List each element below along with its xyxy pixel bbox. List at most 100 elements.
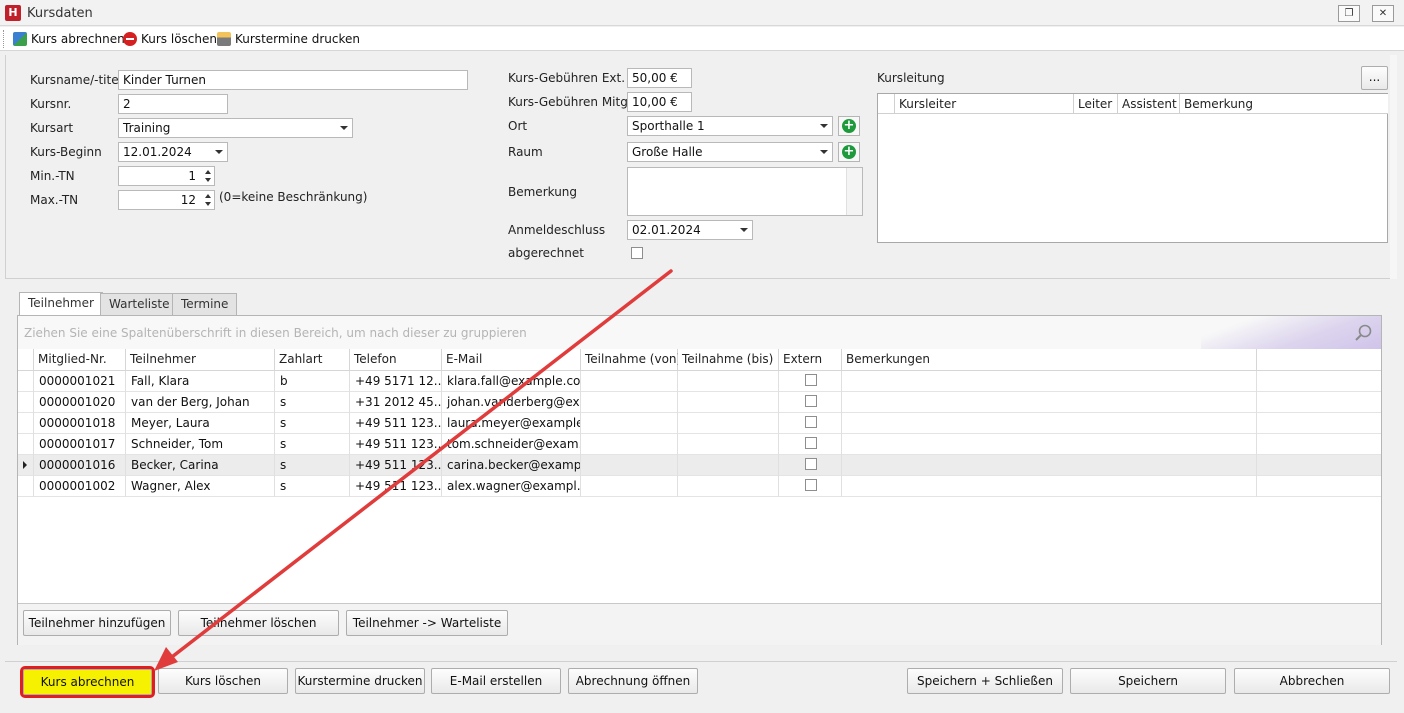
nr-cell[interactable]: 0000001002 <box>34 476 126 497</box>
teilnehmer-grid[interactable]: Mitglied-Nr. Teilnehmer Zahlart Telefon … <box>18 349 1381 604</box>
extern-cell[interactable] <box>779 413 842 434</box>
bemerkung-cell[interactable] <box>842 392 1257 413</box>
von-cell[interactable] <box>581 434 678 455</box>
nr-cell[interactable]: 0000001016 <box>34 455 126 476</box>
von-cell[interactable] <box>581 476 678 497</box>
telefon-cell[interactable]: +31 2012 45... <box>350 392 442 413</box>
row-indicator[interactable] <box>18 371 34 392</box>
name-cell[interactable]: Schneider, Tom <box>126 434 275 455</box>
telefon-cell[interactable]: +49 511 123... <box>350 455 442 476</box>
zahlart-cell[interactable]: s <box>275 434 350 455</box>
kursname-input[interactable]: Kinder Turnen <box>118 70 468 90</box>
min-tn-stepper[interactable]: 1 <box>118 166 215 186</box>
name-cell[interactable]: van der Berg, Johan <box>126 392 275 413</box>
cancel-button[interactable]: Abbrechen <box>1234 668 1390 694</box>
zahlart-cell[interactable]: s <box>275 413 350 434</box>
column-header[interactable]: Teilnahme (bis) <box>678 349 779 371</box>
column-header[interactable]: Bemerkung <box>1180 94 1388 114</box>
column-header[interactable]: Teilnahme (von) <box>581 349 681 371</box>
extern-checkbox[interactable] <box>805 374 817 386</box>
raum-select[interactable]: Große Halle <box>627 142 833 162</box>
kurs-loeschen-button[interactable]: Kurs löschen <box>158 668 288 694</box>
tab-warteliste[interactable]: Warteliste <box>100 293 179 315</box>
bis-cell[interactable] <box>678 476 779 497</box>
email-cell[interactable]: carina.becker@examp... <box>442 455 581 476</box>
add-ort-button[interactable]: + <box>838 116 860 136</box>
row-indicator[interactable] <box>18 392 34 413</box>
name-cell[interactable]: Wagner, Alex <box>126 476 275 497</box>
toolbar-kurs-loeschen[interactable]: Kurs löschen <box>123 31 217 47</box>
toolbar-kurstermine-drucken[interactable]: Kurstermine drucken <box>217 31 360 47</box>
chevron-down-icon[interactable] <box>215 150 223 154</box>
bis-cell[interactable] <box>678 392 779 413</box>
restore-icon[interactable]: ❐ <box>1338 5 1360 22</box>
von-cell[interactable] <box>581 455 678 476</box>
chevron-down-icon[interactable] <box>820 150 828 154</box>
column-header[interactable]: Teilnehmer <box>126 349 275 371</box>
table-row[interactable]: 0000001018 Meyer, Laura s +49 511 123... lau… <box>18 413 1381 434</box>
name-cell[interactable]: Fall, Klara <box>126 371 275 392</box>
chevron-down-icon[interactable] <box>740 228 748 232</box>
abgerechnet-checkbox[interactable] <box>631 247 643 259</box>
spin-down-icon[interactable] <box>205 178 211 182</box>
extern-checkbox[interactable] <box>805 479 817 491</box>
column-header[interactable]: Zahlart <box>275 349 350 371</box>
table-row[interactable]: 0000001021 Fall, Klara b +49 5171 12... klar… <box>18 371 1381 392</box>
column-header[interactable]: Telefon <box>350 349 442 371</box>
kurs-beginn-date[interactable]: 12.01.2024 <box>118 142 228 162</box>
spin-down-icon[interactable] <box>205 202 211 206</box>
spin-up-icon[interactable] <box>205 170 211 174</box>
zahlart-cell[interactable]: s <box>275 476 350 497</box>
column-header[interactable]: Assistent <box>1118 94 1180 114</box>
bemerkung-textarea[interactable] <box>627 167 863 216</box>
bemerkung-cell[interactable] <box>842 371 1257 392</box>
zahlart-cell[interactable]: s <box>275 392 350 413</box>
spin-up-icon[interactable] <box>205 194 211 198</box>
extern-checkbox[interactable] <box>805 437 817 449</box>
telefon-cell[interactable]: +49 511 123... <box>350 476 442 497</box>
column-header[interactable]: Bemerkungen <box>842 349 1257 371</box>
row-indicator[interactable] <box>18 434 34 455</box>
kurstermine-drucken-button[interactable]: Kurstermine drucken <box>295 668 425 694</box>
bemerkung-cell[interactable] <box>842 476 1257 497</box>
row-indicator[interactable] <box>18 455 34 476</box>
extern-cell[interactable] <box>779 455 842 476</box>
kursnr-input[interactable]: 2 <box>118 94 228 114</box>
chevron-down-icon[interactable] <box>340 126 348 130</box>
telefon-cell[interactable]: +49 511 123... <box>350 413 442 434</box>
extern-checkbox[interactable] <box>805 416 817 428</box>
extern-checkbox[interactable] <box>805 458 817 470</box>
extern-cell[interactable] <box>779 476 842 497</box>
gebuehr-ext-input[interactable]: 50,00 € <box>627 68 692 88</box>
von-cell[interactable] <box>581 413 678 434</box>
column-header[interactable]: Kursleiter <box>895 94 1074 114</box>
zahlart-cell[interactable]: s <box>275 455 350 476</box>
zahlart-cell[interactable]: b <box>275 371 350 392</box>
move-to-waitlist-button[interactable]: Teilnehmer -> Warteliste <box>346 610 508 636</box>
gebuehr-mitgl-input[interactable]: 10,00 € <box>627 92 692 112</box>
table-row[interactable]: 0000001017 Schneider, Tom s +49 511 123... t… <box>18 434 1381 455</box>
extern-checkbox[interactable] <box>805 395 817 407</box>
bis-cell[interactable] <box>678 371 779 392</box>
panel-scrollbar[interactable] <box>1390 55 1397 279</box>
bis-cell[interactable] <box>678 455 779 476</box>
extern-cell[interactable] <box>779 434 842 455</box>
chevron-down-icon[interactable] <box>820 124 828 128</box>
von-cell[interactable] <box>581 392 678 413</box>
email-cell[interactable]: laura.meyer@example... <box>442 413 581 434</box>
column-header[interactable]: Extern <box>779 349 842 371</box>
email-erstellen-button[interactable]: E-Mail erstellen <box>431 668 561 694</box>
name-cell[interactable]: Becker, Carina <box>126 455 275 476</box>
save-button[interactable]: Speichern <box>1070 668 1226 694</box>
max-tn-stepper[interactable]: 12 <box>118 190 215 210</box>
table-row[interactable]: 0000001020 van der Berg, Johan s +31 2012 4… <box>18 392 1381 413</box>
anmeldeschluss-date[interactable]: 02.01.2024 <box>627 220 753 240</box>
bemerkung-cell[interactable] <box>842 434 1257 455</box>
name-cell[interactable]: Meyer, Laura <box>126 413 275 434</box>
extern-cell[interactable] <box>779 392 842 413</box>
bis-cell[interactable] <box>678 413 779 434</box>
search-icon[interactable] <box>1354 323 1374 343</box>
bis-cell[interactable] <box>678 434 779 455</box>
extern-cell[interactable] <box>779 371 842 392</box>
nr-cell[interactable]: 0000001017 <box>34 434 126 455</box>
